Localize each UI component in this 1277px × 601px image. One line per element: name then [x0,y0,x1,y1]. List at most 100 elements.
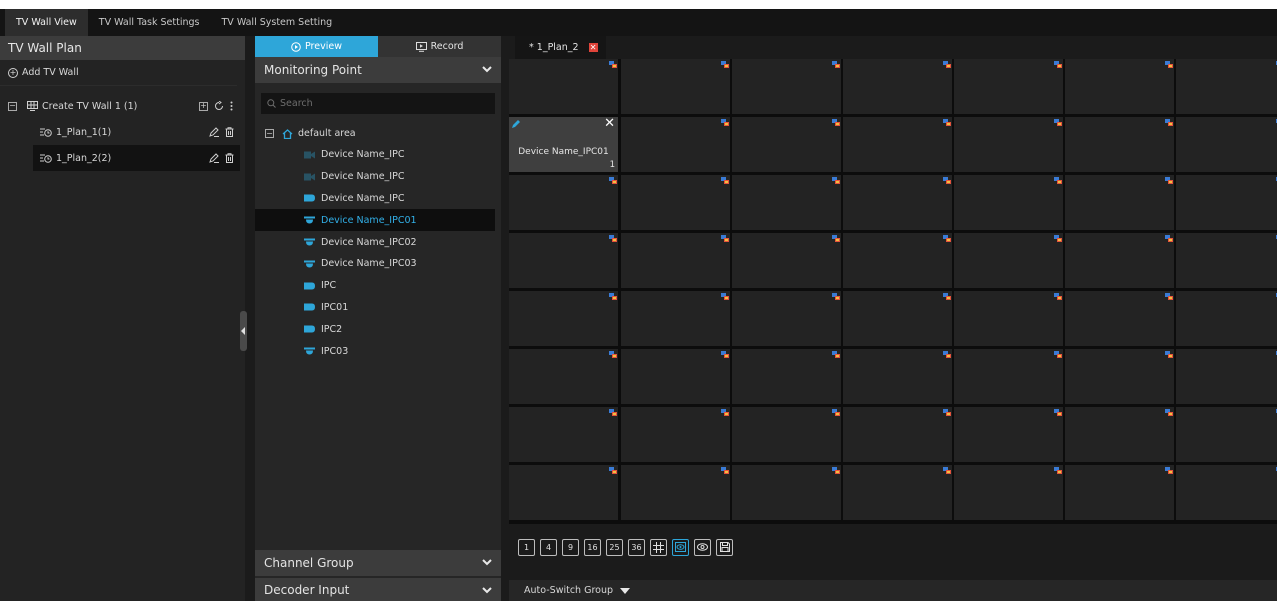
delete-icon[interactable] [225,127,234,137]
device-item[interactable]: Device Name_IPC [255,188,495,210]
device-item[interactable]: Device Name_IPC02 [255,231,495,253]
layout-36-button[interactable]: 36 [628,538,645,556]
wall-screen-cell[interactable] [732,291,841,346]
wall-screen-cell[interactable] [954,407,1063,462]
device-item-selected[interactable]: Device Name_IPC01 [255,209,495,232]
wall-screen-cell[interactable] [732,59,841,114]
wall-screen-cell[interactable] [509,59,618,114]
wall-screen-cell[interactable] [954,175,1063,230]
wall-screen-cell[interactable] [732,233,841,288]
wall-screen-cell[interactable] [1065,407,1174,462]
close-tab-icon[interactable]: ✕ [588,43,598,52]
custom-layout-icon[interactable] [650,538,667,556]
wall-screen-cell[interactable] [1176,349,1277,404]
wall-screen-cell[interactable] [954,59,1063,114]
device-search[interactable] [261,93,495,114]
edit-icon[interactable] [209,127,219,137]
live-preview-icon[interactable] [672,538,689,556]
wall-screen-cell[interactable] [1065,291,1174,346]
wall-screen-cell[interactable] [1065,59,1174,114]
wall-screen-cell[interactable] [621,407,730,462]
decoder-input-header[interactable]: Decoder Input [255,578,501,601]
device-item[interactable]: IPC2 [255,318,495,340]
add-tv-wall-button[interactable]: + Add TV Wall [0,60,237,86]
refresh-icon[interactable] [214,101,224,111]
wall-screen-cell[interactable] [1176,233,1277,288]
wall-screen-cell[interactable] [1176,291,1277,346]
plan-item[interactable]: 1_Plan_2(2) [33,145,240,171]
search-input[interactable] [280,98,480,109]
wall-screen-cell[interactable] [954,291,1063,346]
device-item[interactable]: Device Name_IPC [255,166,495,188]
wall-screen-cell[interactable] [732,407,841,462]
wall-screen-cell[interactable] [1176,175,1277,230]
tab-tv-wall-view[interactable]: TV Wall View [5,9,88,36]
device-item[interactable]: IPC [255,275,495,297]
wall-screen-cell[interactable] [1065,175,1174,230]
collapse-panel-handle[interactable] [240,311,247,351]
wall-screen-cell[interactable] [732,117,841,172]
tab-tv-wall-task-settings[interactable]: TV Wall Task Settings [88,9,211,36]
device-item[interactable]: IPC03 [255,340,495,362]
monitoring-point-header[interactable]: Monitoring Point [255,57,501,83]
tab-preview[interactable]: Preview [255,36,378,57]
layout-4-button[interactable]: 4 [540,538,557,556]
eye-icon[interactable] [694,538,711,556]
tab-record[interactable]: Record [378,36,501,57]
wall-screen-cell[interactable] [843,233,952,288]
wall-screen-cell[interactable] [621,117,730,172]
wall-screen-cell[interactable] [509,407,618,462]
wall-screen-cell[interactable] [843,291,952,346]
wall-screen-cell[interactable] [954,117,1063,172]
device-item[interactable]: IPC01 [255,297,495,319]
wall-screen-cell[interactable] [843,117,952,172]
wall-screen-cell[interactable] [732,175,841,230]
wall-screen-cell[interactable] [1065,465,1174,520]
wall-screen-cell[interactable] [732,465,841,520]
device-item[interactable]: Device Name_IPC [255,144,495,166]
wall-screen-cell-active[interactable]: ✕ Device Name_IPC01 1 [509,117,618,172]
wall-screen-cell[interactable] [1065,349,1174,404]
wall-screen-cell[interactable] [621,175,730,230]
layout-1-button[interactable]: 1 [518,538,535,556]
layout-16-button[interactable]: 16 [584,538,601,556]
wall-screen-cell[interactable] [1176,465,1277,520]
collapse-icon[interactable]: − [265,129,274,138]
dropdown-arrow-icon[interactable] [620,587,631,594]
area-tree-root[interactable]: − default area [255,123,501,144]
wall-screen-cell[interactable] [509,175,618,230]
device-item[interactable]: Device Name_IPC03 [255,253,495,275]
wall-screen-cell[interactable] [621,291,730,346]
wall-screen-cell[interactable] [1065,233,1174,288]
wall-screen-cell[interactable] [621,233,730,288]
wall-screen-cell[interactable] [509,233,618,288]
save-icon[interactable] [716,538,733,556]
wall-screen-cell[interactable] [843,465,952,520]
wall-screen-cell[interactable] [843,407,952,462]
tv-wall-item[interactable]: − Create TV Wall 1 (1) + [0,93,245,119]
plan-tab[interactable]: * 1_Plan_2 ✕ [515,36,606,59]
wall-screen-cell[interactable] [843,349,952,404]
auto-switch-group-bar[interactable]: Auto-Switch Group [509,580,1277,601]
edit-icon[interactable] [209,153,219,163]
more-vertical-icon[interactable] [230,101,233,111]
close-icon[interactable]: ✕ [604,117,615,130]
plan-item[interactable]: 1_Plan_1(1) [33,119,240,145]
wall-screen-cell[interactable] [509,291,618,346]
wall-screen-cell[interactable] [509,349,618,404]
wall-screen-cell[interactable] [843,59,952,114]
channel-group-header[interactable]: Channel Group [255,550,501,576]
wall-screen-cell[interactable] [1176,59,1277,114]
wall-screen-cell[interactable] [1176,117,1277,172]
wall-screen-cell[interactable] [509,465,618,520]
wall-screen-cell[interactable] [954,233,1063,288]
collapse-icon[interactable]: − [8,101,17,111]
layout-25-button[interactable]: 25 [606,538,623,556]
wall-screen-cell[interactable] [621,465,730,520]
wall-screen-cell[interactable] [621,349,730,404]
wall-screen-cell[interactable] [732,349,841,404]
add-plan-icon[interactable]: + [199,101,208,111]
tab-tv-wall-system-setting[interactable]: TV Wall System Setting [211,9,344,36]
wall-screen-cell[interactable] [621,59,730,114]
wall-screen-cell[interactable] [843,175,952,230]
